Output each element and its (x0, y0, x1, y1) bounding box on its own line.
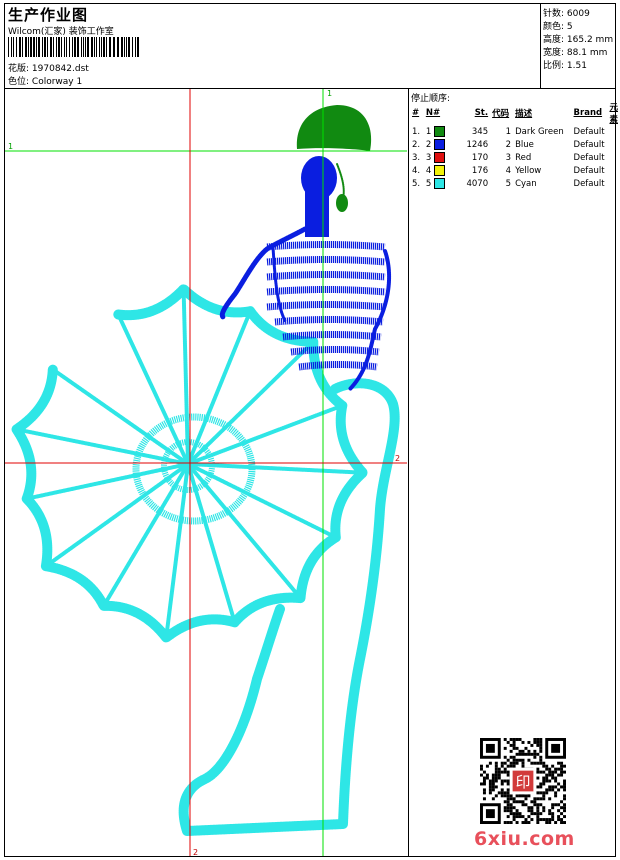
umbrella-rib (186, 309, 253, 466)
hat-tassel-string (336, 163, 345, 200)
color-swatch (433, 139, 445, 150)
colorway-value: Colorway 1 (31, 77, 83, 87)
figure-neck (305, 189, 329, 237)
design-value: 1970842.dst (31, 64, 89, 74)
table-row: 5. 5 4070 5 Cyan Default (412, 178, 605, 189)
design-row: 花版: 1970842.dst (8, 61, 89, 74)
embroidery-preview: 1 1 2 2 (5, 89, 407, 856)
qr-code: 印 (480, 738, 566, 824)
table-row: 2. 2 1246 2 Blue Default (412, 139, 605, 150)
stat-height: 高度: 165.2 mm (543, 35, 614, 45)
company-name: Wilcom(汇家) 装饰工作室 (8, 27, 114, 37)
page-title: 生产作业图 (8, 6, 89, 24)
stat-width: 宽度: 88.1 mm (543, 48, 608, 58)
shirt-stripe (282, 331, 382, 341)
color-swatch (433, 178, 445, 189)
red-guide-marker-bottom: 2 (193, 848, 198, 856)
stat-colors: 颜色: 5 (543, 22, 573, 32)
site-watermark: 6xiu.com (474, 828, 575, 850)
green-guide-marker-top: 1 (327, 89, 332, 98)
table-row: 3. 3 170 3 Red Default (412, 152, 605, 163)
seal-text: 印 (516, 774, 531, 791)
panel-divider (408, 88, 409, 857)
figure-hat (296, 105, 372, 151)
color-swatch (433, 165, 445, 176)
color-swatch (433, 152, 445, 163)
colorway-label: 色位: (8, 77, 30, 87)
stats-divider (540, 3, 541, 89)
umbrella-rib (181, 287, 190, 466)
robe-outline (178, 378, 400, 836)
shirt-sleeve (219, 226, 308, 320)
shirt-stripe (266, 256, 386, 266)
shirt-stripe (274, 316, 384, 326)
shirt-stripe (266, 301, 386, 311)
red-guide-marker-right: 2 (395, 454, 400, 463)
green-guide-marker-left: 1 (8, 142, 13, 151)
shirt-stripe (266, 286, 386, 296)
umbrella-rib (186, 339, 316, 466)
stat-stitches: 针数: 6009 (543, 9, 590, 19)
design-label: 花版: (8, 64, 30, 74)
colorway-row: 色位: Colorway 1 (8, 74, 82, 87)
hat-tassel (336, 194, 348, 212)
table-header: # N# St. 代码 描述 Brand 元素 (412, 103, 618, 125)
color-sequence-table: # N# St. 代码 描述 Brand 元素 1. 1 345 1 Dark Gre… (410, 101, 620, 190)
table-row: 1. 1 345 1 Dark Green Default (412, 126, 605, 137)
barcode (8, 37, 139, 57)
table-row: 4. 4 176 4 Yellow Default (412, 165, 605, 176)
color-swatch (433, 126, 445, 137)
stat-scale: 比例: 1.51 (543, 61, 587, 71)
shirt-stripe (266, 271, 386, 281)
shirt-stripe (266, 241, 386, 251)
